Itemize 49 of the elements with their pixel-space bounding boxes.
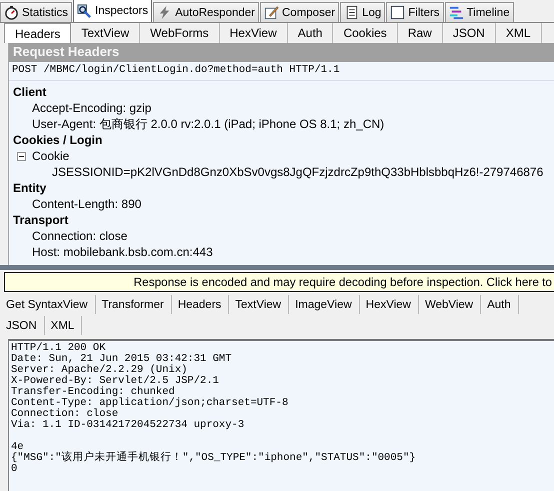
- magnifier-icon: [77, 4, 92, 18]
- response-line: X-Powered-By: Servlet/2.5 JSP/2.1: [11, 375, 219, 387]
- response-line: 4e: [11, 441, 24, 453]
- document-icon: [344, 5, 360, 20]
- main-tab[interactable]: AutoResponder: [153, 2, 259, 22]
- section-header: Request Headers: [9, 43, 554, 62]
- response-tab[interactable]: WebView: [418, 295, 482, 314]
- header-item: Accept-Encoding: gzip: [32, 100, 152, 116]
- response-line: Transfer-Encoding: chunked: [11, 386, 175, 398]
- header-group: Client: [13, 84, 554, 100]
- pencil-note-icon: [264, 5, 279, 20]
- request-line: POST /MBMC/login/ClientLogin.do?method=auth HTTP/1.1: [9, 62, 554, 81]
- response-tab[interactable]: HexView: [360, 295, 419, 314]
- main-tab[interactable]: Composer: [260, 2, 340, 22]
- response-tab[interactable]: Transformer: [96, 295, 172, 314]
- checkbox-icon: [390, 5, 406, 20]
- header-item: Cookie: [32, 148, 70, 164]
- response-tab[interactable]: XML: [44, 316, 82, 335]
- notice-bar[interactable]: Response is encoded and may require decoding before inspection. Click here to: [4, 272, 554, 292]
- response-tab[interactable]: Get SyntaxView: [0, 295, 96, 314]
- main-tab[interactable]: Filters: [386, 2, 444, 22]
- response-line: Date: Sun, 21 Jun 2015 03:42:31 GMT: [11, 353, 232, 365]
- header-item: Connection: close: [32, 228, 128, 244]
- header-value: JSESSIONID=pK2lVGnDd8Gnz0XbSv0vgs8JgQFzjzdrcZp9thQ33bHblsbbqHz6!-279746876: [52, 165, 544, 179]
- header-group: Entity: [13, 180, 554, 196]
- header-group: Cookies / Login: [13, 132, 554, 148]
- response-tab[interactable]: Headers: [172, 295, 230, 314]
- timeline-icon: [448, 5, 464, 20]
- main-tab[interactable]: Log: [340, 2, 386, 22]
- response-line: Via: 1.1 ID-0314217204522734 uproxy-3: [11, 419, 244, 431]
- response-line: 0: [11, 463, 18, 475]
- header-item: Content-Length: 890: [32, 196, 142, 212]
- header-item: Host: mobilebank.bsb.com.cn:443: [32, 244, 213, 260]
- stopwatch-icon: [4, 5, 19, 20]
- header-item: User-Agent: 包商银行 2.0.0 rv:2.0.1 (iPad; iPhone OS 8.1; zh_CN): [32, 116, 384, 132]
- response-line: Server: Apache/2.2.29 (Unix): [11, 364, 188, 376]
- response-line: HTTP/1.1 200 OK: [11, 342, 106, 354]
- response-tab[interactable]: TextView: [229, 295, 290, 314]
- response-tab[interactable]: Auth: [481, 295, 519, 314]
- request-tab[interactable]: Headers: [4, 23, 72, 43]
- response-tab[interactable]: ImageView: [289, 295, 360, 314]
- response-line: Connection: close: [11, 408, 118, 420]
- response-tab[interactable]: JSON: [0, 316, 45, 335]
- response-line: {"MSG":"该用户未开通手机银行！","OS_TYPE":"iphone","STATUS":"0005"}: [11, 452, 416, 464]
- main-tab[interactable]: Statistics: [0, 2, 72, 22]
- response-line: Content-Type: application/json;charset=UTF-8: [11, 397, 288, 409]
- header-group: Transport: [13, 212, 554, 228]
- main-tab[interactable]: Timeline: [444, 2, 514, 22]
- main-tab[interactable]: Inspectors: [73, 0, 152, 22]
